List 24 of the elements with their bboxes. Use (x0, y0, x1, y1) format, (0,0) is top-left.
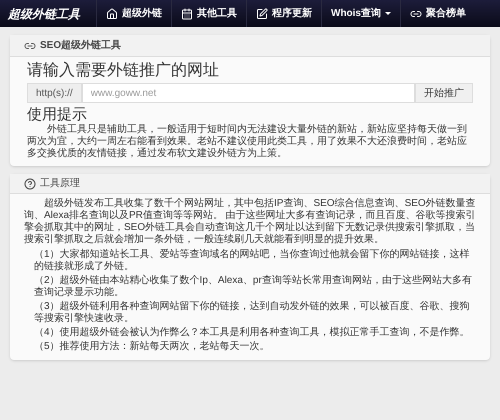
nav-link[interactable]: 程序更新 (246, 0, 321, 27)
submit-button[interactable]: 开始推广 (415, 83, 473, 103)
logo[interactable]: 超级外链工具 (0, 4, 96, 22)
url-prefix: http(s):// (27, 83, 82, 103)
list-item: （5）推荐使用方法：新站每天两次，老站每天一次。 (33, 341, 271, 353)
heading: 请输入需要外链推广的网址 (27, 61, 220, 81)
nav-link[interactable]: 聚合榜单 (400, 0, 475, 27)
tips-heading: 使用提示 (27, 106, 88, 124)
panel-title: 工具原理 (40, 177, 80, 191)
calendar-icon (181, 8, 193, 20)
list-item: （4）使用超级外链会被认为作弊么？本工具是利用各种查询工具，模拟正常手工查询，不是作弊。 (33, 327, 471, 339)
panel-title: SEO超级外链工具 (40, 38, 122, 53)
list-item: （3）超级外链利用各种查询网站留下你的链接，达到自动发外链的效果，可以被百度、谷歌、搜狗等搜索引擎快速收录。 (33, 301, 471, 325)
intro-text: 超级外链发布工具收集了数千个网站网址，其中包括IP查询、SEO综合信息查询、SEO外链数量查询、Alexa排名查询以及PR值查询等等网站。 由于这些网址大多有查询记录，而且百度、谷歌等搜索引擎会抓取其中的网址，SEO外链工具会自动查询这几千个网址以达到留下无数记录供搜索引擎抓取，当搜索引擎抓取之后就会增加一条外链，一般连续刷几天就能看到明显的提升效果。 (24, 198, 476, 246)
nav-link[interactable]: 超级外链 (96, 0, 171, 27)
tips-text: 外链工具只是辅助工具，一般适用于短时间内无法建设大量外链的新站，新站应坚持每天做一到两次为宜，大约一周左右能看到效果。老站不建议使用此类工具，用了效果不大还浪费时间，老站应多交换优质的友情链接，通过发布软文建设外链方为上策。 (27, 124, 468, 160)
list-item: （1）大家都知道站长工具、爱站等查询域名的网站吧，当你查询过他就会留下你的网站链接，这样的链接就形成了外链。 (33, 249, 471, 273)
list-item: （2）超级外链由本站精心收集了数个Ip、Alexa、pr查询等站长常用查询网站，由于这些网站大多有查询记录显示功能。 (33, 275, 473, 299)
home-icon (106, 8, 118, 20)
edit-icon (256, 8, 268, 20)
url-field[interactable]: www.goww.net (82, 83, 415, 103)
help-icon (24, 178, 36, 190)
nav-link[interactable]: 其他工具 (171, 0, 246, 27)
nav-link[interactable]: Whois查询 (321, 0, 400, 27)
